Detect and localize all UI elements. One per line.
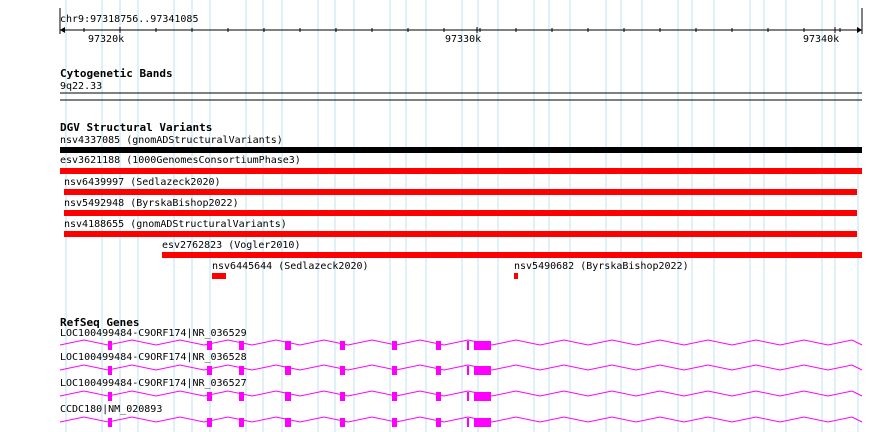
gene-exon	[207, 341, 212, 350]
gene-exon	[436, 418, 441, 427]
variant-bar	[212, 273, 226, 279]
ruler-tick-label: 97330k	[445, 34, 482, 45]
ruler-arrow-left	[60, 27, 65, 33]
gene-exon	[474, 366, 491, 375]
cytoband-label: 9q22.33	[60, 81, 103, 92]
dgv-track-title: DGV Structural Variants	[60, 121, 213, 134]
variant-label[interactable]: nsv4337085 (gnomADStructuralVariants)	[60, 135, 283, 147]
gene-exon	[108, 341, 112, 350]
variant-bar	[60, 168, 862, 174]
gene-exon	[285, 366, 291, 375]
variant-bar	[162, 252, 862, 258]
gene-exon	[340, 366, 345, 375]
gene-exon	[207, 392, 212, 401]
gene-exon	[340, 341, 345, 350]
gene-exon	[239, 366, 244, 375]
variant-label[interactable]: nsv5492948 (ByrskaBishop2022)	[64, 198, 239, 210]
gene-exon	[436, 392, 441, 401]
gene-exon	[239, 418, 244, 427]
gene-exon	[207, 366, 212, 375]
transcript-label[interactable]: CCDC180|NM_020893	[60, 404, 162, 416]
gene-exon	[108, 392, 112, 401]
ruler-tick-label: 97340k	[803, 34, 840, 45]
gene-exon	[239, 341, 244, 350]
gene-exon	[392, 366, 397, 375]
transcript-label[interactable]: LOC100499484-C9ORF174|NR_036527	[60, 378, 247, 390]
variant-bar	[64, 210, 857, 216]
gene-exon	[467, 392, 469, 401]
gene-exon	[474, 418, 491, 427]
variant-label[interactable]: nsv4188655 (gnomADStructuralVariants)	[64, 219, 287, 231]
genome-browser-panel: chr9:97318756..97341085 97320k 97330k 97…	[0, 0, 890, 432]
gene-exon	[392, 341, 397, 350]
cytoband-track-title: Cytogenetic Bands	[60, 67, 173, 80]
variant-label[interactable]: nsv6445644 (Sedlazeck2020)	[212, 261, 369, 273]
gene-exon	[436, 366, 441, 375]
gene-exon	[285, 341, 291, 350]
gene-intron-line	[59, 364, 863, 371]
variant-bar	[64, 189, 857, 195]
gene-exon	[392, 392, 397, 401]
gene-exon	[436, 341, 441, 350]
gene-exon	[340, 418, 345, 427]
gene-intron-line	[59, 416, 863, 423]
variant-bar	[60, 147, 862, 153]
gene-exon	[285, 392, 291, 401]
track-canvas	[59, 0, 863, 432]
transcript-label[interactable]: LOC100499484-C9ORF174|NR_036529	[60, 328, 247, 340]
ruler-tick-label: 97320k	[88, 34, 125, 45]
variant-label[interactable]: esv3621188 (1000GenomesConsortiumPhase3)	[60, 155, 301, 167]
gene-exon	[467, 366, 469, 375]
gene-exon	[392, 418, 397, 427]
variant-label[interactable]: nsv6439997 (Sedlazeck2020)	[64, 177, 221, 189]
transcript-label[interactable]: LOC100499484-C9ORF174|NR_036528	[60, 352, 247, 364]
gene-exon	[239, 392, 244, 401]
variant-label[interactable]: nsv5490682 (ByrskaBishop2022)	[514, 261, 689, 273]
gene-exon	[474, 341, 491, 350]
variant-bar	[64, 231, 857, 237]
gene-exon	[474, 392, 491, 401]
gene-exon	[467, 418, 469, 427]
variant-label[interactable]: esv2762823 (Vogler2010)	[162, 240, 300, 252]
variant-bar	[514, 273, 518, 279]
locus-label: chr9:97318756..97341085	[60, 14, 199, 25]
gene-intron-line	[59, 339, 863, 346]
gene-exon	[108, 366, 112, 375]
gene-exon	[207, 418, 212, 427]
gene-exon	[108, 418, 112, 427]
ruler-arrow-right	[857, 27, 862, 33]
gene-intron-line	[59, 390, 863, 397]
gene-exon	[467, 341, 469, 350]
gene-exon	[285, 418, 291, 427]
gene-exon	[340, 392, 345, 401]
